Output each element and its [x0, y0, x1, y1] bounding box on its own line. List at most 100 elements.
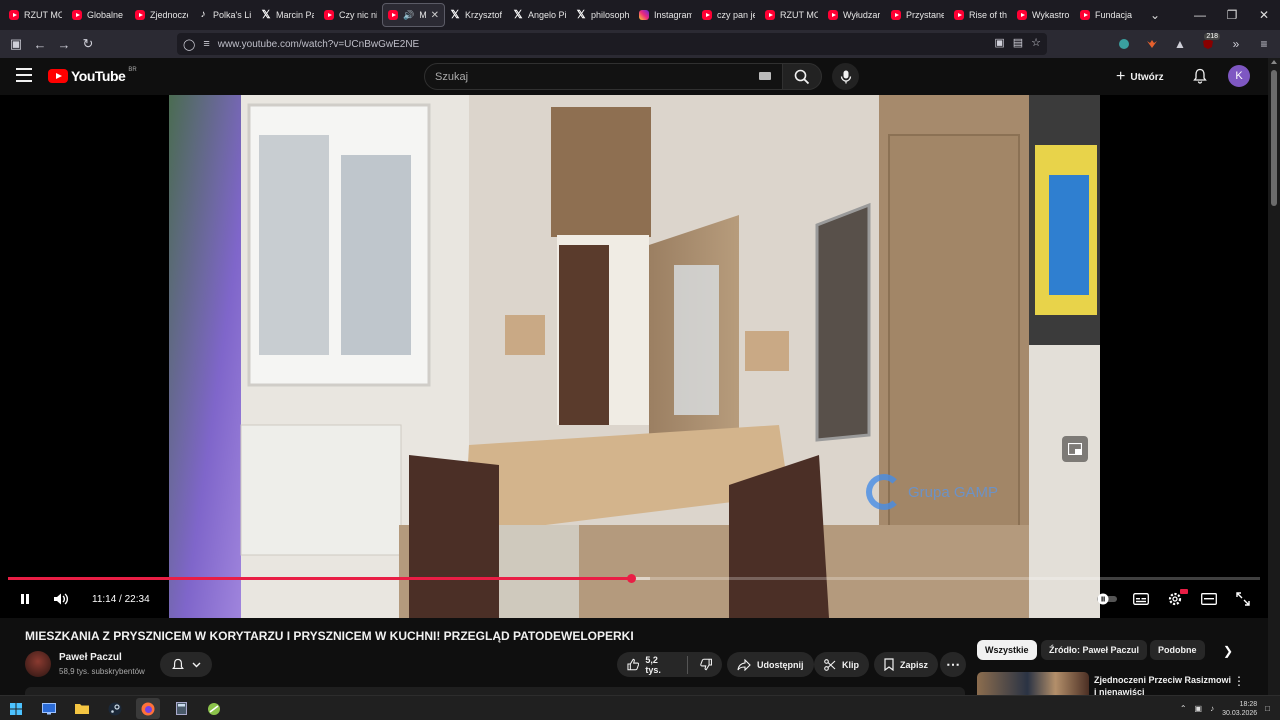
- browser-tab[interactable]: Przystane: [886, 3, 949, 27]
- windows-start-icon[interactable]: [4, 698, 28, 719]
- url-text[interactable]: www.youtube.com/watch?v=UCnBwGwE2NE: [218, 39, 419, 50]
- browser-tab[interactable]: czy pan je: [697, 3, 760, 27]
- browser-tab[interactable]: Fundacja: [1075, 3, 1138, 27]
- back-button[interactable]: ←: [28, 32, 52, 56]
- ublock-extension-icon[interactable]: 218: [1196, 32, 1220, 56]
- create-button[interactable]: + Utwórz: [1116, 66, 1164, 88]
- notifications-button[interactable]: [1190, 66, 1210, 86]
- vpn-extension-icon[interactable]: [1112, 32, 1136, 56]
- browser-tab[interactable]: 🔊 MIE ✕: [382, 3, 445, 27]
- forward-button[interactable]: →: [52, 32, 76, 56]
- browser-tab[interactable]: Wykastro: [1012, 3, 1075, 27]
- sidebar-toggle-icon[interactable]: ▣: [4, 32, 28, 56]
- browser-tab[interactable]: Instagram: [634, 3, 697, 27]
- address-bar[interactable]: ◯ ≡ www.youtube.com/watch?v=UCnBwGwE2NE …: [177, 33, 1047, 55]
- thumbs-up-icon[interactable]: [627, 658, 640, 671]
- tracking-shield-icon[interactable]: ◯: [183, 38, 195, 51]
- seek-bar[interactable]: [8, 574, 1260, 583]
- notification-center-icon[interactable]: □: [1265, 704, 1270, 713]
- more-actions-button[interactable]: ⋯: [940, 652, 966, 677]
- pinned-app-icon[interactable]: [202, 698, 226, 719]
- browser-tab[interactable]: 𝕏 Angelo Pi: [508, 3, 571, 27]
- autoplay-toggle[interactable]: [1094, 587, 1120, 611]
- chip-related[interactable]: Podobne: [1150, 640, 1205, 660]
- keyboard-icon[interactable]: [759, 72, 771, 80]
- plus-icon: +: [1116, 68, 1126, 85]
- settings-app-icon[interactable]: [37, 698, 61, 719]
- steam-icon[interactable]: [103, 698, 127, 719]
- theater-mode-button[interactable]: [1196, 587, 1222, 611]
- browser-tab[interactable]: 𝕏 Marcin Pa: [256, 3, 319, 27]
- overflow-chevron-icon[interactable]: »: [1224, 32, 1248, 56]
- volume-icon: [54, 593, 69, 605]
- browser-tab[interactable]: Rise of th: [949, 3, 1012, 27]
- chevron-right-icon[interactable]: ❯: [1218, 641, 1238, 661]
- subtitles-button[interactable]: [1128, 587, 1154, 611]
- search-button[interactable]: [782, 63, 822, 90]
- mute-button[interactable]: [48, 587, 74, 611]
- browser-tab[interactable]: RZUT MO: [760, 3, 823, 27]
- chip-from-channel[interactable]: Źródło: Paweł Paczul: [1041, 640, 1148, 660]
- miniplayer-button[interactable]: [1062, 436, 1088, 462]
- fox-extension-icon[interactable]: [1140, 32, 1164, 56]
- account-avatar[interactable]: K: [1228, 65, 1250, 87]
- extensions-puzzle-icon[interactable]: ▲: [1168, 32, 1192, 56]
- create-label: Utwórz: [1130, 71, 1164, 83]
- youtube-logo[interactable]: YouTube BR: [48, 67, 137, 84]
- chip-all[interactable]: Wszystkie: [977, 640, 1037, 660]
- browser-tab[interactable]: 𝕏 Krzysztof: [445, 3, 508, 27]
- browser-tab[interactable]: Wyłudzar: [823, 3, 886, 27]
- browser-tab[interactable]: Globalne: [67, 3, 130, 27]
- subscription-notifications-button[interactable]: [160, 652, 212, 677]
- file-explorer-icon[interactable]: [70, 698, 94, 719]
- firefox-icon[interactable]: [136, 698, 160, 719]
- calculator-icon[interactable]: [169, 698, 193, 719]
- fullscreen-button[interactable]: [1230, 587, 1256, 611]
- tab-audio-icon[interactable]: 🔊: [403, 10, 414, 21]
- recommendation-menu-icon[interactable]: ⋮: [1233, 674, 1245, 688]
- pause-button[interactable]: [12, 587, 38, 611]
- close-window-button[interactable]: ✕: [1248, 0, 1280, 30]
- video-frame[interactable]: Grupa GAMP: [169, 95, 1100, 618]
- channel-name[interactable]: Paweł Paczul: [59, 652, 122, 663]
- browser-tab[interactable]: Czy nic ni: [319, 3, 382, 27]
- network-icon[interactable]: ▣: [1195, 704, 1203, 713]
- tab-close-icon[interactable]: ✕: [431, 10, 439, 21]
- save-button[interactable]: Zapisz: [874, 652, 939, 677]
- picture-in-picture-icon[interactable]: ▣: [994, 36, 1004, 49]
- subtitles-icon: [1133, 593, 1149, 605]
- recommendation-thumbnail[interactable]: [977, 672, 1089, 695]
- recommendation-title[interactable]: Zjednoczeni Przeciw Rasizmowi i nienawiś…: [1094, 674, 1234, 695]
- minimize-button[interactable]: —: [1184, 0, 1216, 30]
- reader-view-icon[interactable]: ▤: [1013, 36, 1023, 49]
- scroll-up-arrow-icon[interactable]: [1271, 60, 1277, 64]
- tray-overflow-chevron-icon[interactable]: ⌃: [1180, 704, 1187, 713]
- speaker-icon[interactable]: ♪: [1210, 704, 1214, 713]
- browser-tab[interactable]: 𝕏philosoph: [571, 3, 634, 27]
- x-icon: 𝕏: [261, 9, 271, 21]
- video-player[interactable]: Grupa GAMP 11:14 / 22:34: [0, 95, 1268, 618]
- scrollbar-thumb[interactable]: [1271, 70, 1277, 206]
- tab-list-chevron-icon[interactable]: ⌄: [1144, 3, 1166, 27]
- bookmark-star-icon[interactable]: ☆: [1031, 36, 1041, 49]
- settings-button[interactable]: [1162, 587, 1188, 611]
- clip-button[interactable]: Klip: [814, 652, 869, 677]
- reload-button[interactable]: ↻: [76, 32, 100, 56]
- page-scrollbar[interactable]: [1268, 58, 1280, 695]
- like-count[interactable]: 5,2 tys.: [645, 655, 674, 675]
- search-input[interactable]: Szukaj: [424, 63, 784, 90]
- description-box[interactable]: [25, 687, 965, 695]
- browser-tab[interactable]: RZUT MOŻ: [4, 3, 67, 27]
- app-menu-icon[interactable]: ≡: [1252, 32, 1276, 56]
- taskbar-clock[interactable]: 18:28 30.03.2026: [1222, 700, 1257, 718]
- browser-tab[interactable]: ♪ Polka's Lif: [193, 3, 256, 27]
- restore-button[interactable]: ❐: [1216, 0, 1248, 30]
- browser-tab-title: Wykastro: [1032, 10, 1070, 20]
- share-button[interactable]: Udostępnij: [727, 652, 814, 677]
- channel-avatar[interactable]: [25, 651, 51, 677]
- browser-tab[interactable]: Zjednocze: [130, 3, 193, 27]
- thumbs-down-icon[interactable]: [699, 658, 712, 671]
- site-permissions-icon[interactable]: ≡: [203, 38, 209, 50]
- guide-menu-icon[interactable]: [16, 68, 32, 82]
- voice-search-button[interactable]: [832, 63, 859, 90]
